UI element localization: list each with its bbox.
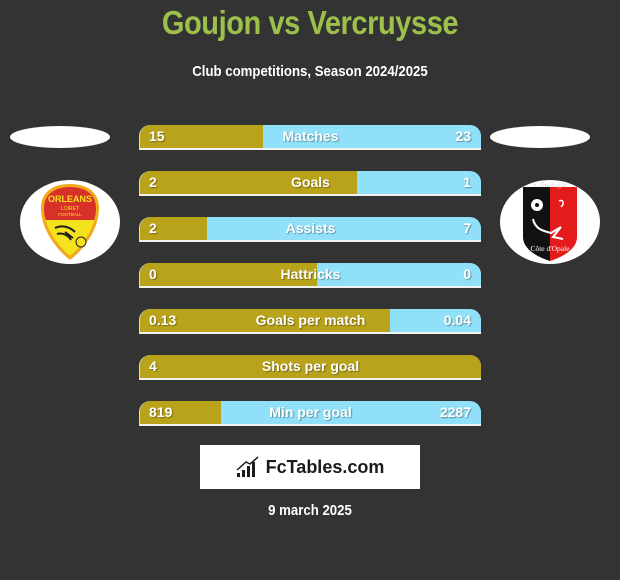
stat-row-matches: 15 Matches 23 bbox=[139, 125, 481, 150]
right-value: 7 bbox=[463, 220, 471, 236]
stat-label: Hattricks bbox=[280, 266, 341, 282]
svg-text:FOOTBALL: FOOTBALL bbox=[58, 212, 82, 217]
match-date: 9 march 2025 bbox=[268, 502, 352, 519]
right-team-logo: S. Boulogne Côte d'Opale bbox=[500, 180, 600, 264]
stat-label: Assists bbox=[285, 220, 336, 236]
stat-label: Shots per goal bbox=[261, 358, 360, 374]
stat-label: Goals per match bbox=[255, 312, 366, 328]
orleans-loiret-football-crest-icon: ORLEANS LOIRET FOOTBALL bbox=[41, 184, 99, 260]
svg-text:Côte d'Opale: Côte d'Opale bbox=[530, 244, 570, 253]
right-player-placeholder bbox=[490, 126, 590, 148]
page-title: Goujon vs Vercruysse bbox=[161, 4, 459, 41]
stat-row-goals: 2 Goals 1 bbox=[139, 171, 481, 196]
stat-label: Min per goal bbox=[269, 404, 352, 420]
svg-text:ORLEANS: ORLEANS bbox=[48, 194, 92, 204]
right-value: 23 bbox=[455, 128, 471, 144]
stat-row-goals-per-match: 0.13 Goals per match 0.04 bbox=[139, 309, 481, 334]
stat-label: Goals bbox=[291, 174, 330, 190]
bar-chart-trend-icon bbox=[236, 456, 259, 477]
us-boulogne-cote-d-opale-crest-icon: S. Boulogne Côte d'Opale bbox=[523, 181, 577, 261]
left-team-logo: ORLEANS LOIRET FOOTBALL bbox=[20, 180, 120, 264]
svg-text:S. Boulogne: S. Boulogne bbox=[533, 181, 568, 189]
left-player-placeholder bbox=[10, 126, 110, 148]
right-value: 2287 bbox=[439, 404, 471, 420]
right-value: 0.04 bbox=[443, 312, 471, 328]
right-value: 1 bbox=[463, 174, 471, 190]
right-value: 0 bbox=[463, 266, 471, 282]
stat-row-min-per-goal: 819 Min per goal 2287 bbox=[139, 401, 481, 426]
fctables-brand[interactable]: FcTables.com bbox=[200, 445, 420, 489]
stat-row-hattricks: 0 Hattricks 0 bbox=[139, 263, 481, 288]
brand-name: FcTables.com bbox=[265, 456, 385, 477]
stat-label: Matches bbox=[282, 128, 339, 144]
page-subtitle: Club competitions, Season 2024/2025 bbox=[192, 63, 428, 80]
stat-row-assists: 2 Assists 7 bbox=[139, 217, 481, 242]
stat-row-shots-per-goal: 4 Shots per goal bbox=[139, 355, 481, 380]
